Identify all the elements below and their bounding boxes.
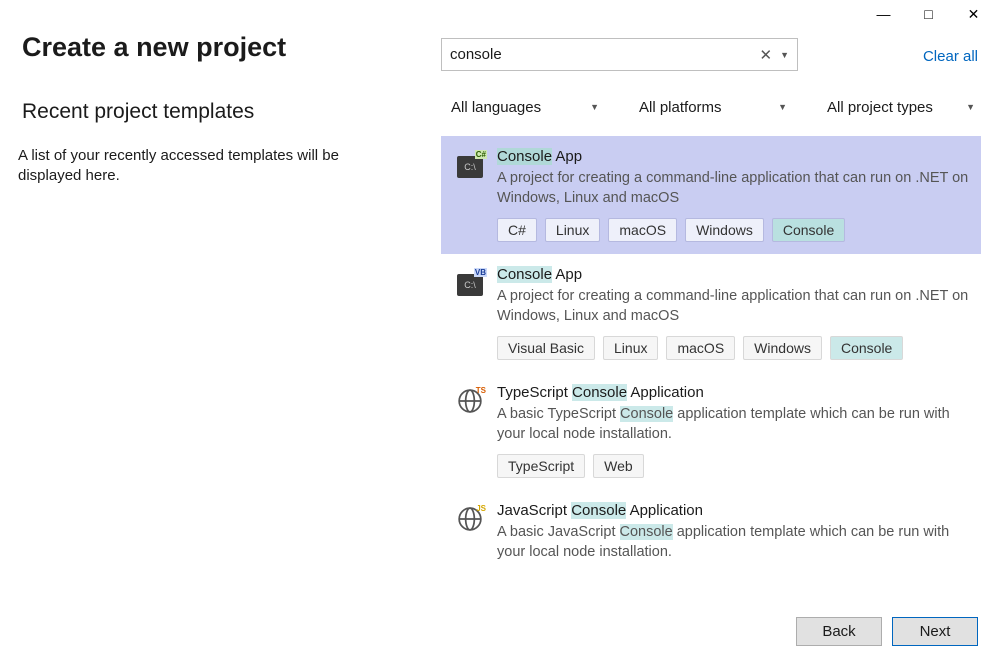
- tag: macOS: [666, 336, 735, 360]
- tag: Linux: [545, 218, 600, 242]
- tag: Console: [772, 218, 845, 242]
- tag: Windows: [685, 218, 764, 242]
- template-desc: A project for creating a command-line ap…: [497, 287, 969, 326]
- clear-all-link[interactable]: Clear all: [923, 48, 978, 65]
- template-body: JavaScript Console Application A basic Ja…: [497, 502, 969, 570]
- filter-language[interactable]: All languages ▼: [441, 92, 605, 122]
- language-badge: VB: [474, 268, 487, 277]
- page-title: Create a new project: [22, 32, 286, 63]
- template-body: TypeScript Console Application A basic Ty…: [497, 384, 969, 478]
- search-box[interactable]: ✕ ▼: [441, 38, 798, 71]
- template-desc: A basic TypeScript Console application t…: [497, 405, 969, 444]
- tag: Console: [830, 336, 903, 360]
- template-item[interactable]: C:\VB Console App A project for creating a…: [441, 254, 981, 372]
- tag: Windows: [743, 336, 822, 360]
- template-icon: TS: [457, 388, 483, 414]
- next-button[interactable]: Next: [892, 617, 978, 646]
- recent-templates-heading: Recent project templates: [22, 100, 254, 124]
- maximize-button[interactable]: □: [906, 0, 951, 28]
- template-icon: JS: [457, 506, 483, 532]
- chevron-down-icon: ▼: [590, 102, 599, 112]
- chevron-down-icon: ▼: [966, 102, 975, 112]
- filter-row: All languages ▼ All platforms ▼ All projec…: [441, 92, 981, 122]
- minimize-button[interactable]: —: [861, 0, 906, 28]
- filter-language-label: All languages: [451, 99, 541, 116]
- recent-templates-desc: A list of your recently accessed templat…: [18, 146, 398, 187]
- back-button[interactable]: Back: [796, 617, 882, 646]
- tag: Web: [593, 454, 644, 478]
- template-body: Console App A project for creating a comm…: [497, 266, 969, 360]
- template-results-list: C:\C#Console AppA project for creating a…: [441, 136, 981, 570]
- template-desc: A basic JavaScript Console application t…: [497, 523, 969, 562]
- close-button[interactable]: ✕: [951, 0, 996, 28]
- filter-type-label: All project types: [827, 99, 933, 116]
- template-item[interactable]: JS JavaScript Console Application A basic …: [441, 490, 981, 570]
- console-icon: C:\: [457, 274, 483, 296]
- template-icon: C:\C#: [457, 152, 483, 178]
- template-title: TypeScript Console Application: [497, 384, 969, 401]
- language-badge: C#: [475, 150, 487, 159]
- tag: Visual Basic: [497, 336, 595, 360]
- template-title: JavaScript Console Application: [497, 502, 969, 519]
- template-tags: C# Linux macOS Windows Console: [497, 218, 969, 242]
- template-body: Console App A project for creating a comm…: [497, 148, 969, 242]
- language-badge: JS: [475, 504, 487, 513]
- template-icon: C:\VB: [457, 270, 483, 296]
- language-badge: TS: [475, 386, 487, 395]
- tag: macOS: [608, 218, 677, 242]
- template-item[interactable]: C:\C#Console AppA project for creating a…: [441, 136, 981, 254]
- footer-buttons: Back Next: [796, 617, 978, 646]
- tag: Linux: [603, 336, 658, 360]
- tag: C#: [497, 218, 537, 242]
- search-row: ✕ ▼: [441, 38, 798, 71]
- filter-project-type[interactable]: All project types ▼: [817, 92, 981, 122]
- chevron-down-icon[interactable]: ▼: [777, 50, 789, 60]
- template-title: Console App: [497, 266, 969, 283]
- template-desc: A project for creating a command-line ap…: [497, 169, 969, 208]
- template-tags: TypeScript Web: [497, 454, 969, 478]
- chevron-down-icon: ▼: [778, 102, 787, 112]
- template-title: Console App: [497, 148, 969, 165]
- filter-platform-label: All platforms: [639, 99, 722, 116]
- template-tags: Visual Basic Linux macOS Windows Console: [497, 336, 969, 360]
- window-titlebar: — □ ✕: [861, 0, 996, 28]
- template-item[interactable]: TS TypeScript Console Application A basic …: [441, 372, 981, 490]
- tag: TypeScript: [497, 454, 585, 478]
- search-clear-icon[interactable]: ✕: [755, 46, 778, 64]
- search-input[interactable]: [450, 46, 755, 63]
- filter-platform[interactable]: All platforms ▼: [629, 92, 793, 122]
- console-icon: C:\: [457, 156, 483, 178]
